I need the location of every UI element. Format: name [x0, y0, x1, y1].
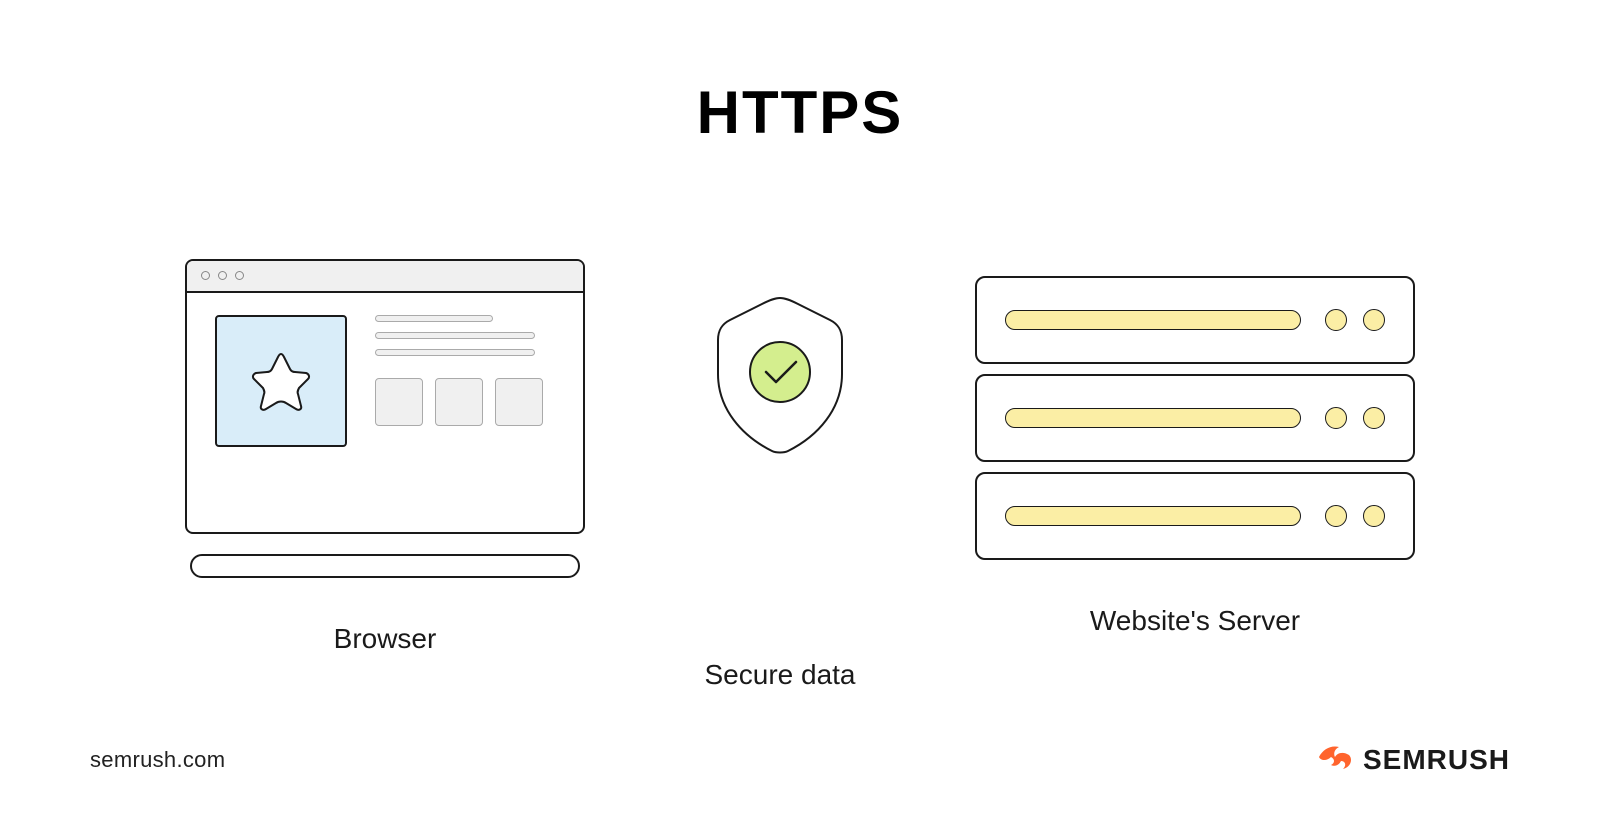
- server-leds: [1325, 309, 1385, 331]
- server-status-led: [1325, 505, 1347, 527]
- brand-name: SEMRUSH: [1363, 744, 1510, 776]
- footer: semrush.com SEMRUSH: [90, 741, 1510, 778]
- server-status-led: [1325, 407, 1347, 429]
- star-icon: [246, 346, 316, 416]
- attribution-url: semrush.com: [90, 747, 225, 773]
- brand-logo: SEMRUSH: [1313, 741, 1510, 778]
- server-unit: [975, 472, 1415, 560]
- secure-label: Secure data: [705, 659, 856, 691]
- browser-text-lines: [375, 315, 555, 447]
- server-leds: [1325, 407, 1385, 429]
- text-line: [375, 332, 535, 339]
- server-drive-bar: [1005, 408, 1301, 428]
- diagram-title: HTTPS: [0, 0, 1600, 147]
- server-status-led: [1363, 309, 1385, 331]
- browser-window: [185, 259, 585, 534]
- browser-image-placeholder: [215, 315, 347, 447]
- server-drive-bar: [1005, 506, 1301, 526]
- server-leds: [1325, 505, 1385, 527]
- server-status-led: [1363, 505, 1385, 527]
- laptop-base: [190, 554, 580, 578]
- server-unit: [975, 276, 1415, 364]
- browser-column: Browser: [185, 259, 585, 655]
- secure-column: Secure data: [585, 222, 975, 691]
- window-control-dot: [218, 271, 227, 280]
- browser-label: Browser: [334, 623, 437, 655]
- semrush-flame-icon: [1313, 741, 1353, 778]
- window-control-dot: [235, 271, 244, 280]
- thumbnail-row: [375, 378, 555, 426]
- server-unit: [975, 374, 1415, 462]
- shield-icon: [710, 294, 850, 459]
- https-diagram: Browser Secure data: [0, 222, 1600, 691]
- server-stack: [975, 276, 1415, 560]
- thumbnail: [375, 378, 423, 426]
- server-label: Website's Server: [1090, 605, 1300, 637]
- text-line: [375, 349, 535, 356]
- browser-body: [187, 293, 583, 469]
- thumbnail: [435, 378, 483, 426]
- window-control-dot: [201, 271, 210, 280]
- server-column: Website's Server: [975, 276, 1415, 637]
- browser-illustration: [185, 259, 585, 578]
- server-drive-bar: [1005, 310, 1301, 330]
- text-line: [375, 315, 493, 322]
- server-status-led: [1363, 407, 1385, 429]
- server-status-led: [1325, 309, 1347, 331]
- browser-titlebar: [187, 261, 583, 293]
- thumbnail: [495, 378, 543, 426]
